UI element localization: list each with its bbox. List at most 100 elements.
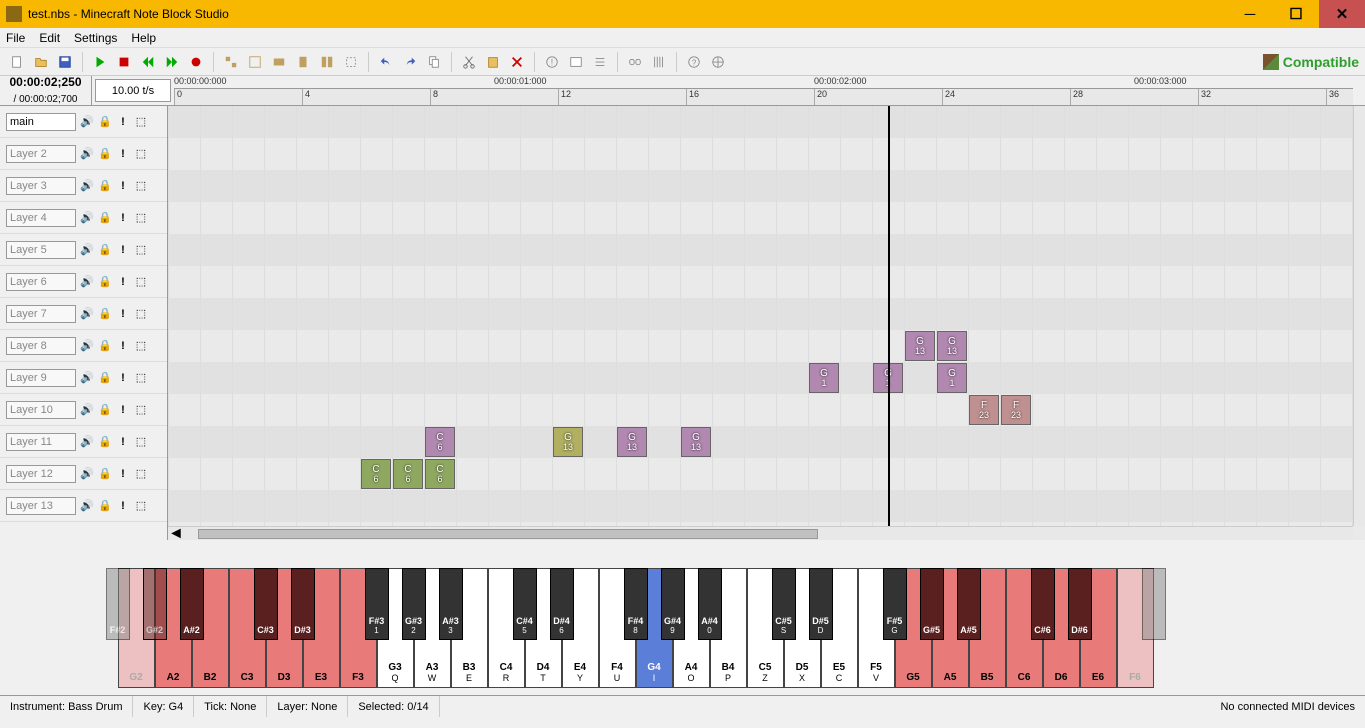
black-key[interactable]: G#2 [143, 568, 167, 640]
lock-icon[interactable]: 🔒 [98, 243, 112, 257]
note-grid[interactable]: C6C6C6C6G13G13G13G1G1G13G13G1F23F23 ◄ [168, 106, 1365, 540]
black-key[interactable]: F#31 [365, 568, 389, 640]
minimize-button[interactable]: ─ [1227, 0, 1273, 28]
solo-icon[interactable]: ! [116, 275, 130, 289]
props-button[interactable] [565, 51, 587, 73]
volume-icon[interactable]: 🔊 [80, 115, 94, 129]
select-icon[interactable]: ⬚ [134, 499, 148, 513]
note-block[interactable]: C6 [425, 427, 455, 457]
new-button[interactable] [6, 51, 28, 73]
black-key[interactable]: F#48 [624, 568, 648, 640]
black-key[interactable]: C#5S [772, 568, 796, 640]
volume-icon[interactable]: 🔊 [80, 147, 94, 161]
volume-icon[interactable]: 🔊 [80, 339, 94, 353]
note-block[interactable]: C6 [425, 459, 455, 489]
close-button[interactable]: ✕ [1319, 0, 1365, 28]
select-icon[interactable]: ⬚ [134, 147, 148, 161]
note-block[interactable]: F23 [969, 395, 999, 425]
layer-name-input[interactable] [6, 433, 76, 451]
layer-name-input[interactable] [6, 369, 76, 387]
save-button[interactable] [54, 51, 76, 73]
forward-button[interactable] [161, 51, 183, 73]
volume-icon[interactable]: 🔊 [80, 403, 94, 417]
stop-button[interactable] [113, 51, 135, 73]
help-button[interactable]: ? [683, 51, 705, 73]
timeline-header[interactable]: 00:00:00:00000:00:01:00000:00:02:00000:0… [174, 76, 1365, 105]
select-icon[interactable]: ⬚ [134, 339, 148, 353]
black-key[interactable]: A#5 [957, 568, 981, 640]
volume-icon[interactable]: 🔊 [80, 467, 94, 481]
rewind-button[interactable] [137, 51, 159, 73]
list-button[interactable] [589, 51, 611, 73]
solo-icon[interactable]: ! [116, 499, 130, 513]
note-block[interactable]: G13 [937, 331, 967, 361]
volume-icon[interactable]: 🔊 [80, 179, 94, 193]
tool-6[interactable] [340, 51, 362, 73]
solo-icon[interactable]: ! [116, 211, 130, 225]
bars-button[interactable] [648, 51, 670, 73]
black-key[interactable]: G#49 [661, 568, 685, 640]
note-block[interactable]: G1 [937, 363, 967, 393]
black-key[interactable]: A#2 [180, 568, 204, 640]
undo-button[interactable] [375, 51, 397, 73]
note-block[interactable]: G13 [553, 427, 583, 457]
layer-name-input[interactable] [6, 465, 76, 483]
black-key[interactable]: A#33 [439, 568, 463, 640]
volume-icon[interactable]: 🔊 [80, 243, 94, 257]
note-block[interactable]: F23 [1001, 395, 1031, 425]
globe-button[interactable] [707, 51, 729, 73]
tool-1[interactable] [220, 51, 242, 73]
lock-icon[interactable]: 🔒 [98, 435, 112, 449]
solo-icon[interactable]: ! [116, 179, 130, 193]
copy-button[interactable] [423, 51, 445, 73]
delete-button[interactable] [506, 51, 528, 73]
select-icon[interactable]: ⬚ [134, 211, 148, 225]
black-key[interactable]: F#2 [106, 568, 130, 640]
select-icon[interactable]: ⬚ [134, 307, 148, 321]
layer-name-input[interactable] [6, 337, 76, 355]
layer-name-input[interactable] [6, 497, 76, 515]
lock-icon[interactable]: 🔒 [98, 147, 112, 161]
playhead[interactable] [888, 106, 890, 526]
solo-icon[interactable]: ! [116, 243, 130, 257]
layer-name-input[interactable] [6, 241, 76, 259]
note-block[interactable]: G1 [809, 363, 839, 393]
layer-name-input[interactable] [6, 305, 76, 323]
cut-button[interactable] [458, 51, 480, 73]
select-icon[interactable]: ⬚ [134, 243, 148, 257]
tool-3[interactable] [268, 51, 290, 73]
solo-icon[interactable]: ! [116, 147, 130, 161]
open-button[interactable] [30, 51, 52, 73]
tool-2[interactable] [244, 51, 266, 73]
black-key[interactable]: D#3 [291, 568, 315, 640]
lock-icon[interactable]: 🔒 [98, 307, 112, 321]
note-block[interactable]: G13 [681, 427, 711, 457]
black-key[interactable]: G#32 [402, 568, 426, 640]
tool-5[interactable] [316, 51, 338, 73]
lock-icon[interactable]: 🔒 [98, 467, 112, 481]
select-icon[interactable]: ⬚ [134, 179, 148, 193]
note-block[interactable]: C6 [393, 459, 423, 489]
menu-settings[interactable]: Settings [74, 31, 117, 45]
lock-icon[interactable]: 🔒 [98, 115, 112, 129]
record-button[interactable] [185, 51, 207, 73]
tool-4[interactable] [292, 51, 314, 73]
solo-icon[interactable]: ! [116, 467, 130, 481]
note-block[interactable]: G13 [905, 331, 935, 361]
layer-name-input[interactable] [6, 177, 76, 195]
volume-icon[interactable]: 🔊 [80, 211, 94, 225]
layer-name-input[interactable] [6, 209, 76, 227]
black-key[interactable]: C#45 [513, 568, 537, 640]
note-block[interactable]: G13 [617, 427, 647, 457]
lock-icon[interactable]: 🔒 [98, 275, 112, 289]
select-icon[interactable]: ⬚ [134, 115, 148, 129]
layer-name-input[interactable] [6, 273, 76, 291]
layer-name-input[interactable] [6, 401, 76, 419]
menu-help[interactable]: Help [131, 31, 156, 45]
menu-edit[interactable]: Edit [39, 31, 60, 45]
layer-name-input[interactable] [6, 145, 76, 163]
vertical-scrollbar[interactable] [1353, 106, 1365, 526]
black-key[interactable]: D#46 [550, 568, 574, 640]
lock-icon[interactable]: 🔒 [98, 403, 112, 417]
select-icon[interactable]: ⬚ [134, 403, 148, 417]
